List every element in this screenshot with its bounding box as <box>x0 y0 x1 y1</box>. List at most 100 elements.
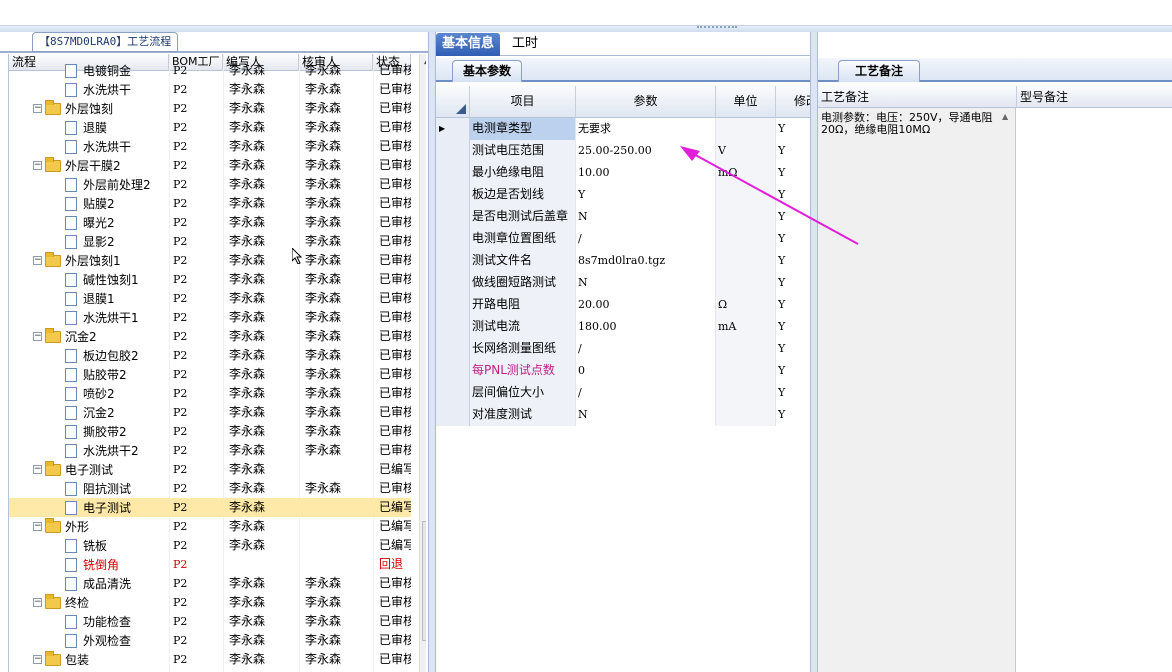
param-row[interactable]: ▶ 电测章类型 无要求 Y <box>436 118 812 140</box>
param-value[interactable]: / <box>576 338 716 360</box>
row-selector[interactable] <box>436 250 470 272</box>
param-value[interactable]: 180.00 <box>576 316 716 338</box>
param-value[interactable]: 8s7md0lra0.tgz <box>576 250 716 272</box>
tree-row[interactable]: 撕胶带2 P2 李永森 李永森 已审核 <box>9 422 411 441</box>
tab-work-hours[interactable]: 工时 <box>506 33 544 56</box>
collapse-toggle-icon[interactable]: − <box>33 655 42 664</box>
param-value[interactable]: 20.00 <box>576 294 716 316</box>
tree-row[interactable]: 电子测试 P2 李永森 已编写 <box>9 498 411 517</box>
middle-splitter[interactable] <box>810 32 818 672</box>
row-selector[interactable] <box>436 294 470 316</box>
tree-row[interactable]: 水洗烘干 P2 李永森 李永森 已审核 <box>9 80 411 99</box>
tree-row[interactable]: 板边包胶2 P2 李永森 李永森 已审核 <box>9 346 411 365</box>
tree-row[interactable]: − 终检 P2 李永森 李永森 已审核 <box>9 593 411 612</box>
tree-row[interactable]: 成品清洗 P2 李永森 李永森 已审核 <box>9 574 411 593</box>
param-value[interactable]: 10.00 <box>576 162 716 184</box>
row-selector[interactable]: ▶ <box>436 118 470 140</box>
param-value[interactable]: N <box>576 272 716 294</box>
tree-row[interactable]: − 沉金2 P2 李永森 李永森 已审核 <box>9 327 411 346</box>
process-flow-tab[interactable]: 【8S7MD0LRA0】工艺流程 <box>32 32 179 52</box>
param-row[interactable]: 最小绝缘电阻 10.00 mΩ Y <box>436 162 812 184</box>
col-process-notes[interactable]: 工艺备注 <box>818 86 1017 108</box>
param-value[interactable]: Y <box>576 184 716 206</box>
param-value[interactable]: N <box>576 404 716 426</box>
tab-basic-params[interactable]: 基本参数 <box>452 60 523 82</box>
grid-corner[interactable] <box>436 86 470 118</box>
param-value[interactable]: / <box>576 228 716 250</box>
collapse-toggle-icon[interactable]: − <box>33 465 42 474</box>
grid-col-param[interactable]: 参数 <box>576 86 716 118</box>
tree-row[interactable]: 沉金2 P2 李永森 李永森 已审核 <box>9 403 411 422</box>
scroll-thumb[interactable] <box>422 521 426 641</box>
row-selector[interactable] <box>436 404 470 426</box>
process-notes-text[interactable]: 电测参数：电压：250V，导通电阻20Ω，绝缘电阻10MΩ <box>818 108 1016 672</box>
model-notes-text[interactable] <box>1017 108 1172 672</box>
row-selector[interactable] <box>436 382 470 404</box>
tree-row[interactable]: − 外形 P2 李永森 已编写 <box>9 517 411 536</box>
row-selector[interactable] <box>436 228 470 250</box>
row-selector[interactable] <box>436 316 470 338</box>
tree-row[interactable]: − 外层蚀刻1 P2 李永森 李永森 已审核 <box>9 251 411 270</box>
row-selector[interactable] <box>436 272 470 294</box>
param-row[interactable]: 开路电阻 20.00 Ω Y <box>436 294 812 316</box>
tree-row[interactable]: − 电子测试 P2 李永森 已编写 <box>9 460 411 479</box>
tab-process-notes[interactable]: 工艺备注 <box>838 60 921 82</box>
param-row[interactable]: 层间偏位大小 / Y <box>436 382 812 404</box>
tree-row[interactable]: 铣板 P2 李永森 已编写 <box>9 536 411 555</box>
tree-row[interactable]: 退膜1 P2 李永森 李永森 已审核 <box>9 289 411 308</box>
param-row[interactable]: 长网络测量图纸 / Y <box>436 338 812 360</box>
param-row[interactable]: 每PNL测试点数 0 Y <box>436 360 812 382</box>
tree-row[interactable]: − 外层干膜2 P2 李永森 李永森 已审核 <box>9 156 411 175</box>
tree-row[interactable]: 曝光2 P2 李永森 李永森 已审核 <box>9 213 411 232</box>
scroll-up-icon[interactable]: ▲ <box>424 56 426 66</box>
param-row[interactable]: 电测章位置图纸 / Y <box>436 228 812 250</box>
param-row[interactable]: 做线圈短路测试 N Y <box>436 272 812 294</box>
top-grip[interactable] <box>697 26 737 30</box>
grid-col-unit[interactable]: 单位 <box>716 86 776 118</box>
tree-row[interactable]: − 包装 P2 李永森 李永森 已审核 <box>9 650 411 669</box>
collapse-toggle-icon[interactable]: − <box>33 598 42 607</box>
param-value[interactable]: N <box>576 206 716 228</box>
collapse-toggle-icon[interactable]: − <box>33 256 42 265</box>
left-splitter[interactable] <box>428 32 436 672</box>
tree-row[interactable]: 喷砂2 P2 李永森 李永森 已审核 <box>9 384 411 403</box>
collapse-toggle-icon[interactable]: − <box>33 161 42 170</box>
tree-row[interactable]: 外层前处理2 P2 李永森 李永森 已审核 <box>9 175 411 194</box>
tree-row[interactable]: 贴膜2 P2 李永森 李永森 已审核 <box>9 194 411 213</box>
row-selector[interactable] <box>436 360 470 382</box>
param-value[interactable]: 无要求 <box>576 118 716 140</box>
tree-row[interactable]: − 外层蚀刻 P2 李永森 李永森 已审核 <box>9 99 411 118</box>
param-value[interactable]: / <box>576 382 716 404</box>
grid-col-item[interactable]: 项目 <box>470 86 576 118</box>
col-model-notes[interactable]: 型号备注 <box>1017 86 1068 108</box>
tree-row[interactable]: 贴胶带2 P2 李永森 李永森 已审核 <box>9 365 411 384</box>
tree-row[interactable]: 水洗烘干2 P2 李永森 李永森 已审核 <box>9 441 411 460</box>
param-value[interactable]: 0 <box>576 360 716 382</box>
row-selector[interactable] <box>436 338 470 360</box>
param-row[interactable]: 测试电压范围 25.00-250.00 V Y <box>436 140 812 162</box>
row-selector[interactable] <box>436 184 470 206</box>
row-selector[interactable] <box>436 206 470 228</box>
tree-scrollbar[interactable]: ▲ <box>419 54 426 672</box>
param-row[interactable]: 测试电流 180.00 mA Y <box>436 316 812 338</box>
param-row[interactable]: 对准度测试 N Y <box>436 404 812 426</box>
param-row[interactable]: 测试文件名 8s7md0lra0.tgz Y <box>436 250 812 272</box>
tree-row[interactable]: 阻抗测试 P2 李永森 李永森 已审核 <box>9 479 411 498</box>
tree-row[interactable]: 电镀铜金 P2 李永森 李永森 已审核 <box>9 61 411 80</box>
tree-row[interactable]: 功能检查 P2 李永森 李永森 已审核 <box>9 612 411 631</box>
notes-scroll-up-icon[interactable]: ▲ <box>1002 112 1008 121</box>
collapse-toggle-icon[interactable]: − <box>33 104 42 113</box>
collapse-toggle-icon[interactable]: − <box>33 522 42 531</box>
collapse-toggle-icon[interactable]: − <box>33 332 42 341</box>
tree-row[interactable]: 退膜 P2 李永森 李永森 已审核 <box>9 118 411 137</box>
row-selector[interactable] <box>436 162 470 184</box>
tab-basic-info[interactable]: 基本信息 <box>436 33 501 56</box>
tree-row[interactable]: 铣倒角 P2 回退 <box>9 555 411 574</box>
tree-row[interactable]: 碱性蚀刻1 P2 李永森 李永森 已审核 <box>9 270 411 289</box>
param-row[interactable]: 是否电测试后盖章 N Y <box>436 206 812 228</box>
tree-row[interactable]: 外观检查 P2 李永森 李永森 已审核 <box>9 631 411 650</box>
tree-row[interactable]: 水洗烘干 P2 李永森 李永森 已审核 <box>9 137 411 156</box>
param-row[interactable]: 板边是否划线 Y Y <box>436 184 812 206</box>
tree-row[interactable]: 水洗烘干1 P2 李永森 李永森 已审核 <box>9 308 411 327</box>
tree-row[interactable]: 显影2 P2 李永森 李永森 已审核 <box>9 232 411 251</box>
